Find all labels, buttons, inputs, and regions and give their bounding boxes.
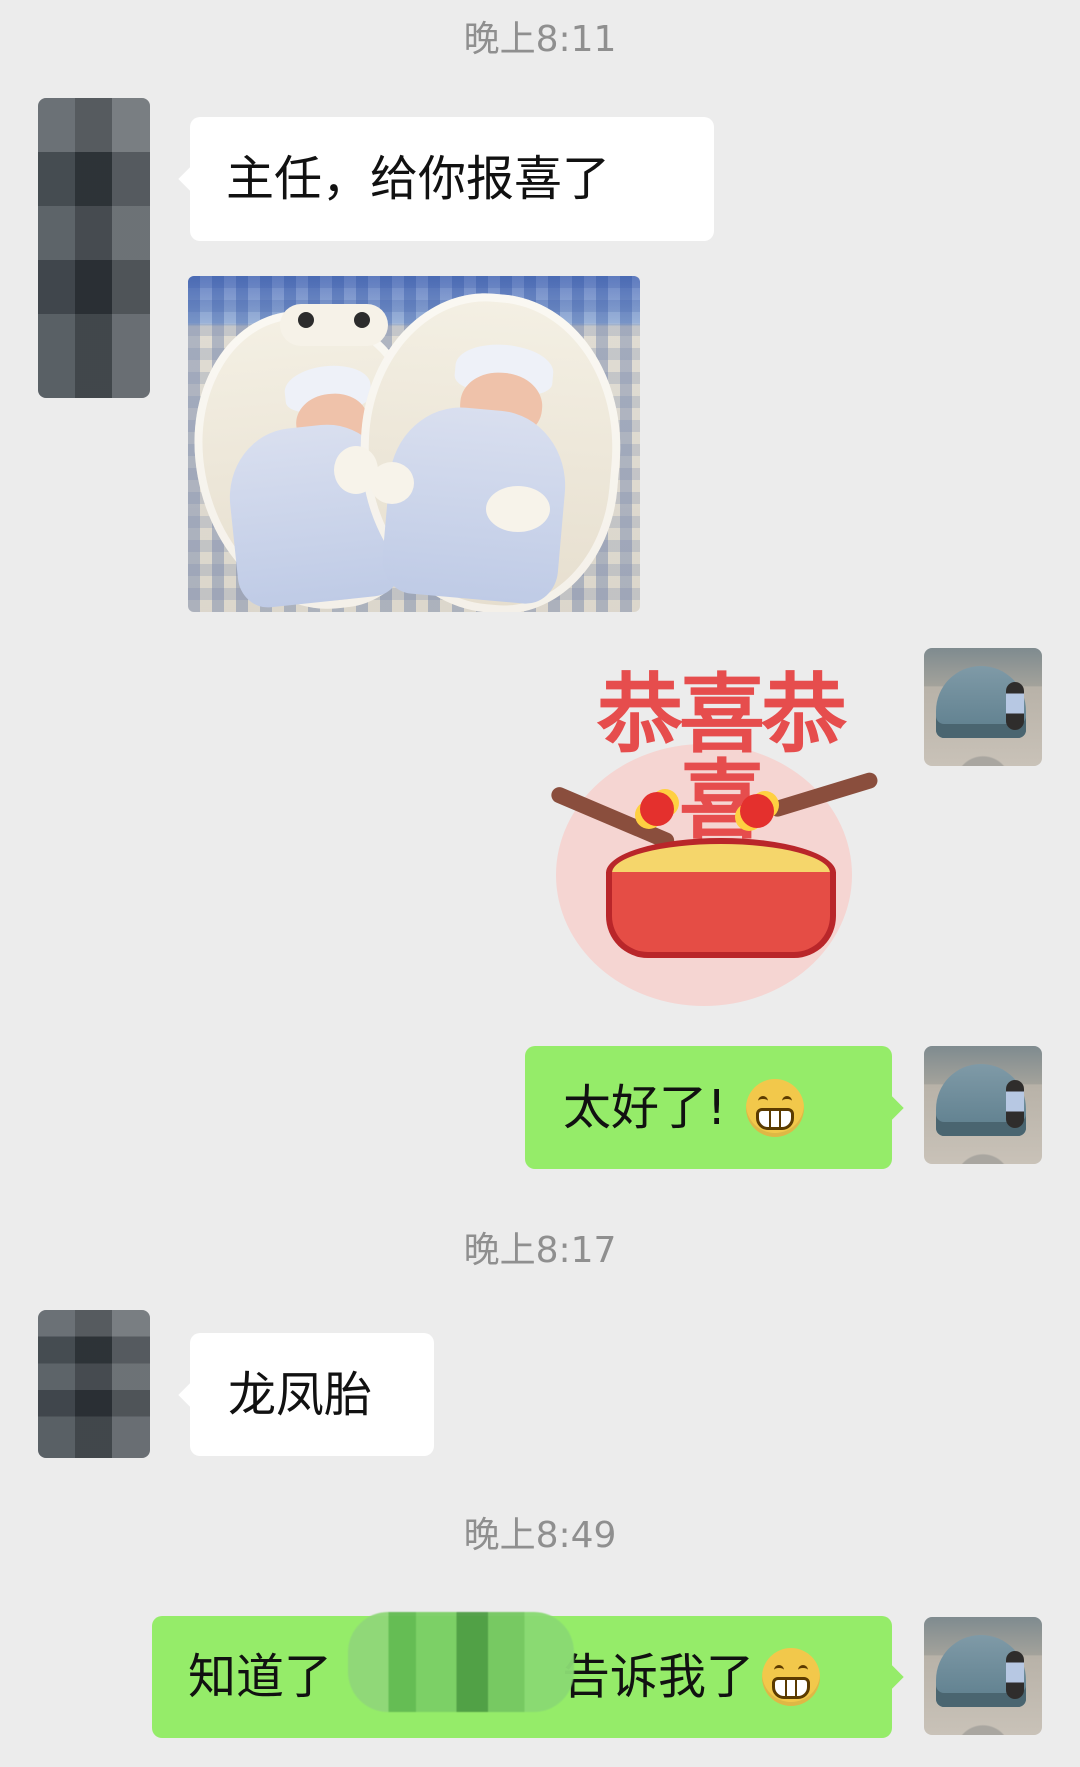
toy-face bbox=[280, 304, 388, 346]
grinning-face-icon bbox=[762, 1648, 821, 1706]
grinning-face-icon bbox=[746, 1078, 805, 1137]
contact-avatar[interactable] bbox=[38, 1310, 150, 1458]
drum-body bbox=[606, 872, 836, 958]
congrats-sticker[interactable]: 恭喜恭喜 bbox=[548, 672, 883, 1010]
outgoing-message[interactable]: 太好了! bbox=[525, 1046, 892, 1169]
blanket-knot bbox=[370, 462, 414, 504]
message-text: 主任，给你报喜了 bbox=[226, 151, 611, 207]
message-prefix: 知道了 bbox=[188, 1649, 333, 1705]
user-avatar[interactable] bbox=[924, 648, 1042, 766]
mallet-icon bbox=[740, 794, 774, 828]
mallet-icon bbox=[640, 792, 674, 826]
contact-avatar[interactable] bbox=[38, 98, 150, 398]
message-suffix: 告诉我了 bbox=[562, 1649, 755, 1705]
user-avatar[interactable] bbox=[924, 1046, 1042, 1164]
timestamp: 晚上8:17 bbox=[463, 1230, 617, 1271]
baby-photo[interactable] bbox=[188, 276, 640, 612]
drum-icon bbox=[606, 838, 836, 958]
message-text: 太好了! bbox=[563, 1079, 727, 1136]
timestamp: 晚上8:11 bbox=[463, 19, 617, 60]
blanket-knot bbox=[486, 486, 550, 532]
incoming-message[interactable]: 主任，给你报喜了 bbox=[190, 117, 714, 241]
incoming-message[interactable]: 龙凤胎 bbox=[190, 1333, 434, 1456]
user-avatar[interactable] bbox=[924, 1617, 1042, 1735]
chat-screen: 晚上8:11 主任，给你报喜了 恭喜恭喜 太好了! 晚上8:17 龙凤胎 晚上8… bbox=[0, 0, 1080, 1767]
message-text: 龙凤胎 bbox=[228, 1366, 373, 1423]
timestamp: 晚上8:49 bbox=[463, 1515, 617, 1556]
redacted-name bbox=[348, 1612, 574, 1712]
